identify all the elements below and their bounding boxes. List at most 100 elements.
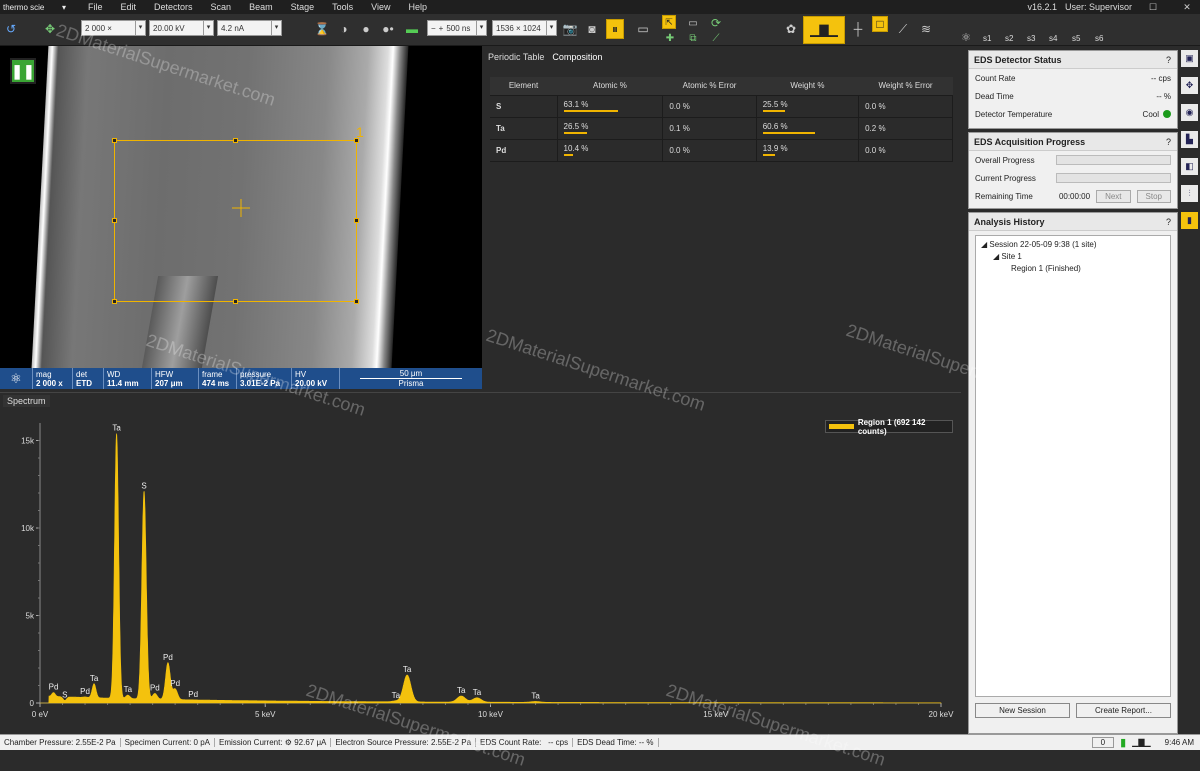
resolution-combo[interactable]: 1536 × 1024 ▾ xyxy=(492,20,557,36)
select-icon[interactable]: ⇱ xyxy=(662,15,676,29)
menu-edit[interactable]: Edit xyxy=(121,2,137,12)
table-row[interactable]: Ta 26.5 % 0.1 % 60.6 % 0.2 % xyxy=(490,117,953,140)
preset-s5[interactable]: s5 xyxy=(1072,34,1080,43)
photo-icon[interactable]: ◙ xyxy=(584,21,600,37)
tree-region[interactable]: Region 1 (Finished) xyxy=(981,263,1165,275)
atom-icon[interactable]: ⚛ xyxy=(958,29,974,45)
atomic-cell: 63.1 % xyxy=(557,95,664,118)
eds-icon[interactable]: ▮ xyxy=(1181,212,1198,229)
roi-handle[interactable] xyxy=(112,138,117,143)
minus-icon[interactable]: − xyxy=(431,24,436,33)
stage-icon[interactable]: ▙ xyxy=(1181,131,1198,148)
tab-spectrum[interactable]: Spectrum xyxy=(3,395,50,407)
sem-image-view[interactable]: ❚❚ 1 xyxy=(0,46,482,368)
stop-button[interactable]: Stop xyxy=(1136,189,1171,203)
new-session-button[interactable]: New Session xyxy=(975,703,1070,718)
peak-label: Pd xyxy=(170,679,180,688)
menu-beam[interactable]: Beam xyxy=(249,2,273,12)
pause-scan-icon[interactable]: ⏸ xyxy=(606,19,624,39)
linescan-icon[interactable]: ⟋ xyxy=(895,21,911,37)
column-header[interactable]: Atomic % Error xyxy=(662,77,757,96)
atomic-error-cell: 0.1 % xyxy=(662,117,757,140)
menu-tools[interactable]: Tools xyxy=(332,2,353,12)
app-menu[interactable]: thermo scie ▾ xyxy=(0,3,70,12)
layers-icon[interactable]: ≋ xyxy=(918,21,934,37)
x-tick-label: 10 keV xyxy=(478,710,504,719)
side-icon-strip: ▣ ✥ ◉ ▙ ◧ ⫶ ▮ xyxy=(1181,50,1200,240)
auto-icon[interactable]: ●• xyxy=(380,21,396,37)
image-icon[interactable]: ▬ xyxy=(404,21,420,37)
column-header[interactable]: Weight % xyxy=(756,77,859,96)
tree-site[interactable]: ◢ Site 1 xyxy=(981,251,1165,263)
eds-dead-time: EDS Dead Time: -- % xyxy=(573,738,659,747)
contrast-icon[interactable]: ◑ xyxy=(336,21,352,37)
tab-periodic-table[interactable]: Periodic Table xyxy=(488,52,544,62)
preset-s6[interactable]: s6 xyxy=(1095,34,1103,43)
preset-s4[interactable]: s4 xyxy=(1049,34,1057,43)
line-icon[interactable]: ⟋ xyxy=(708,30,724,46)
preset-s2[interactable]: s2 xyxy=(1005,34,1013,43)
create-report-button[interactable]: Create Report... xyxy=(1076,703,1171,718)
frame-icon[interactable]: ⧉ xyxy=(685,30,701,46)
plus-icon[interactable]: + xyxy=(439,24,444,33)
tree-session[interactable]: ◢ Session 22-05-09 9:38 (1 site) xyxy=(981,239,1165,251)
rectangle-icon[interactable]: ▭ xyxy=(685,15,701,31)
pause-icon[interactable]: ❚❚ xyxy=(10,58,36,84)
table-row[interactable]: S 63.1 % 0.0 % 25.5 % 0.0 % xyxy=(490,95,953,118)
help-icon[interactable]: ? xyxy=(1166,217,1171,227)
chevron-down-icon: ▾ xyxy=(135,21,145,35)
roi-handle[interactable] xyxy=(112,299,117,304)
roi-handle[interactable] xyxy=(233,299,238,304)
camera-icon[interactable]: ▣ xyxy=(1181,50,1198,67)
counter-field[interactable]: 0 xyxy=(1091,737,1115,748)
column-header[interactable]: Atomic % xyxy=(557,77,663,96)
table-row[interactable]: Pd 10.4 % 0.0 % 13.9 % 0.0 % xyxy=(490,139,953,162)
voltage-combo[interactable]: 20.00 kV ▾ xyxy=(149,20,214,36)
rotate-icon[interactable]: ⟳ xyxy=(708,15,724,31)
close-icon[interactable]: ✕ xyxy=(1174,2,1200,13)
navigation-icon[interactable]: ✥ xyxy=(1181,77,1198,94)
dwell-combo[interactable]: − +500 ns ▾ xyxy=(427,20,487,36)
menu-file[interactable]: File xyxy=(88,2,103,12)
snapshot-icon[interactable]: 📷 xyxy=(562,21,578,37)
magnification-combo[interactable]: 2 000 × ▾ xyxy=(81,20,146,36)
menu-detectors[interactable]: Detectors xyxy=(154,2,193,12)
roi-handle[interactable] xyxy=(354,299,359,304)
menu-view[interactable]: View xyxy=(371,2,390,12)
history-tree[interactable]: ◢ Session 22-05-09 9:38 (1 site) ◢ Site … xyxy=(975,235,1171,697)
add-point-icon[interactable]: ✚ xyxy=(662,30,678,46)
preset-s1[interactable]: s1 xyxy=(983,34,991,43)
databar-hv: HV 20.00 kV xyxy=(292,368,340,389)
column-header[interactable]: Weight % Error xyxy=(858,77,953,96)
undo-icon[interactable]: ↺ xyxy=(3,21,19,37)
color-wheel-icon[interactable]: ✿ xyxy=(783,21,799,37)
vacuum-icon: ▮ xyxy=(1120,737,1127,749)
help-icon[interactable]: ? xyxy=(1166,137,1171,147)
restore-icon[interactable]: ☐ xyxy=(1140,2,1166,13)
help-icon[interactable]: ? xyxy=(1166,55,1171,65)
lens-icon[interactable]: ⌛ xyxy=(314,21,330,37)
roi-rectangle[interactable] xyxy=(112,138,359,304)
grid-icon[interactable]: ▭ xyxy=(635,21,651,37)
roi-handle[interactable] xyxy=(112,218,117,223)
stage-move-icon[interactable]: ✥ xyxy=(42,21,58,37)
crosshair-icon[interactable]: ┼ xyxy=(850,21,866,37)
roi-handle[interactable] xyxy=(354,218,359,223)
menu-help[interactable]: Help xyxy=(408,2,427,12)
cube-icon[interactable]: ◧ xyxy=(1181,158,1198,175)
current-value: 4.2 nA xyxy=(221,23,245,33)
spectrum-icon[interactable]: ▁▇▁ xyxy=(803,16,845,44)
column-header[interactable]: Element xyxy=(490,77,557,96)
roi-handle[interactable] xyxy=(233,138,238,143)
eye-icon[interactable]: ◉ xyxy=(1181,104,1198,121)
current-combo[interactable]: 4.2 nA ▾ xyxy=(217,20,282,36)
next-button[interactable]: Next xyxy=(1096,189,1131,203)
preset-s3[interactable]: s3 xyxy=(1027,34,1035,43)
spectrum-chart[interactable]: 05k10k15k0 eV 5 keV 10 keV 15 keV 20 keVPdS P… xyxy=(0,393,961,735)
menu-stage[interactable]: Stage xyxy=(291,2,315,12)
tab-composition[interactable]: Composition xyxy=(552,52,602,62)
area-icon[interactable]: □ xyxy=(872,16,888,32)
menu-scan[interactable]: Scan xyxy=(211,2,232,12)
brightness-icon[interactable]: ● xyxy=(358,21,374,37)
sliders-icon[interactable]: ⫶ xyxy=(1181,185,1198,202)
